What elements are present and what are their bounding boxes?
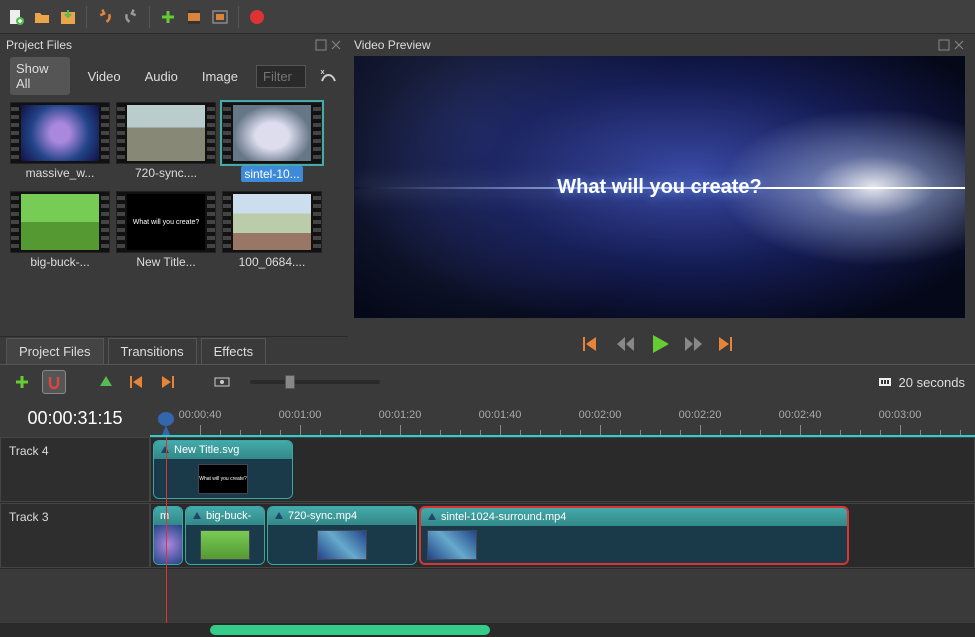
track-header[interactable]: Track 3 (0, 503, 150, 568)
detach-icon[interactable] (315, 39, 327, 51)
video-preview[interactable]: What will you create? (354, 56, 965, 318)
choose-profile-icon[interactable] (182, 5, 206, 29)
clip-item[interactable]: m (153, 506, 183, 565)
track-lane[interactable]: New Title.svg What will you create? (150, 437, 975, 502)
track-lane[interactable]: m big-buck- 720-sync.mp4 sintel-1024-sur… (150, 503, 975, 568)
close-panel-icon[interactable] (953, 39, 965, 51)
thumb-label: sintel-10... (241, 166, 302, 182)
next-marker-icon[interactable] (158, 370, 182, 394)
snap-icon[interactable] (42, 370, 66, 394)
thumb-item[interactable]: 100_0684.... (222, 191, 322, 269)
open-project-icon[interactable] (30, 5, 54, 29)
play-icon[interactable] (650, 334, 670, 354)
project-files-panel: Project Files Show All Video Audio Image… (0, 34, 348, 364)
zoom-slider[interactable] (250, 380, 380, 384)
thumb-label: New Title... (116, 255, 216, 269)
thumb-label: 100_0684.... (222, 255, 322, 269)
add-marker-icon[interactable] (94, 370, 118, 394)
thumb-item[interactable]: 720-sync.... (116, 102, 216, 185)
playhead-line (166, 437, 167, 623)
project-files-title: Project Files (6, 38, 72, 52)
thumb-item[interactable]: What will you create? New Title... (116, 191, 216, 269)
export-icon[interactable] (245, 5, 269, 29)
clip-item[interactable]: 720-sync.mp4 (267, 506, 417, 565)
playback-controls (348, 324, 971, 364)
thumb-item[interactable]: sintel-10... (222, 102, 322, 185)
jump-end-icon[interactable] (718, 336, 738, 352)
filter-input[interactable] (256, 65, 306, 88)
zoom-scale-icon[interactable] (877, 374, 893, 390)
detach-icon[interactable] (938, 39, 950, 51)
timecode-display: 00:00:31:15 (0, 399, 150, 437)
prev-marker-icon[interactable] (126, 370, 150, 394)
video-preview-panel: Video Preview What will you create? (348, 34, 975, 364)
playhead-icon[interactable] (156, 411, 176, 437)
clear-filter-icon[interactable] (318, 66, 338, 86)
fast-forward-icon[interactable] (684, 336, 704, 352)
thumb-label: big-buck-... (10, 255, 110, 269)
import-files-icon[interactable] (156, 5, 180, 29)
redo-icon[interactable] (119, 5, 143, 29)
thumb-label: massive_w... (10, 166, 110, 180)
save-project-icon[interactable] (56, 5, 80, 29)
clip-item[interactable]: sintel-1024-surround.mp4 (419, 506, 849, 565)
thumb-label: 720-sync.... (116, 166, 216, 180)
fullscreen-icon[interactable] (208, 5, 232, 29)
add-track-icon[interactable] (10, 370, 34, 394)
clip-item[interactable]: big-buck- (185, 506, 265, 565)
jump-start-icon[interactable] (582, 336, 602, 352)
close-panel-icon[interactable] (330, 39, 342, 51)
timeline-ruler[interactable]: 00:00:4000:01:0000:01:2000:01:4000:02:00… (150, 399, 975, 437)
thumb-item[interactable]: big-buck-... (10, 191, 110, 269)
track-row: Track 3 m big-buck- 720-sync.mp4 sintel-… (0, 503, 975, 569)
tab-transitions[interactable]: Transitions (108, 338, 197, 364)
filter-show-all[interactable]: Show All (10, 57, 70, 95)
new-project-icon[interactable] (4, 5, 28, 29)
tab-project-files[interactable]: Project Files (6, 338, 104, 364)
tab-effects[interactable]: Effects (201, 338, 267, 364)
filter-video[interactable]: Video (82, 65, 127, 88)
track-header[interactable]: Track 4 (0, 437, 150, 502)
thumb-item[interactable]: massive_w... (10, 102, 110, 185)
zoom-label: 20 seconds (899, 375, 966, 390)
undo-icon[interactable] (93, 5, 117, 29)
timeline: 20 seconds 00:00:31:15 00:00:4000:01:000… (0, 364, 975, 637)
filter-audio[interactable]: Audio (139, 65, 184, 88)
video-preview-title: Video Preview (354, 38, 431, 52)
rewind-icon[interactable] (616, 336, 636, 352)
timeline-scrollbar[interactable] (0, 623, 975, 637)
clip-item[interactable]: New Title.svg What will you create? (153, 440, 293, 499)
thumbnail-grid: massive_w... 720-sync.... sintel-10... (0, 96, 348, 336)
main-toolbar (0, 0, 975, 34)
track-row: Track 4 New Title.svg What will you crea… (0, 437, 975, 503)
filter-image[interactable]: Image (196, 65, 244, 88)
preview-overlay-text: What will you create? (557, 176, 761, 199)
center-playhead-icon[interactable] (210, 370, 234, 394)
